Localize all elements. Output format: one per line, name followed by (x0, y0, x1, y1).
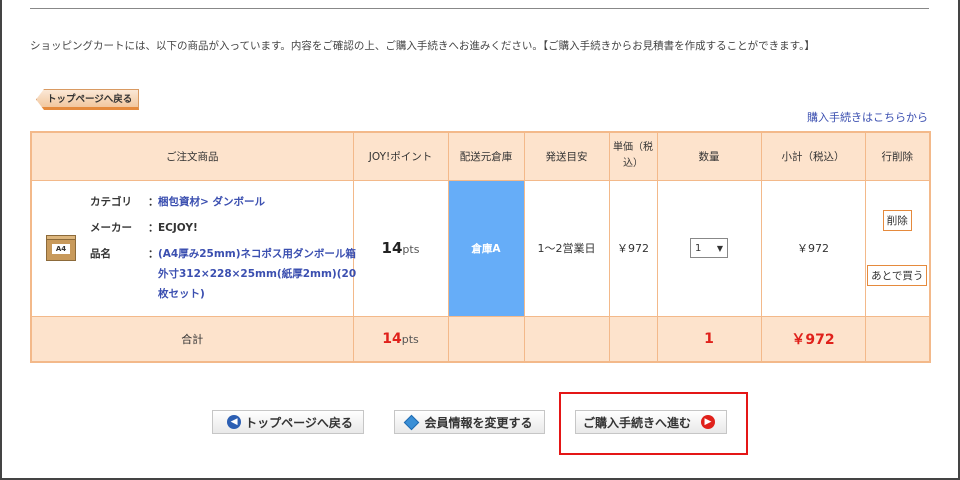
arrow-left-circle-icon: ◀ (227, 415, 242, 429)
header-subtotal: 小計（税込） (760, 131, 866, 181)
back-to-top-tab[interactable]: トップページへ戻る (36, 89, 140, 110)
delete-button[interactable]: 削除 (882, 210, 912, 231)
total-label: 合計 (30, 315, 354, 363)
total-points-cell: 14pts (352, 315, 449, 363)
total-amount-cell: ￥972 (760, 315, 866, 363)
diamond-icon (404, 414, 420, 430)
warehouse-cell: 倉庫A (447, 179, 525, 317)
product-name-link[interactable]: (A4厚み25mm)ネコポス用ダンボール箱 外寸312×228×25mm(紙厚2… (158, 244, 358, 304)
back-to-top-button-label: トップページへ戻る (245, 415, 353, 430)
table-header-row: ご注文商品 JOY!ポイント 配送元倉庫 発送目安 単価（税込） 数量 小計（税… (30, 131, 931, 181)
colon: ： (148, 196, 159, 208)
header-delete: 行削除 (864, 131, 931, 181)
proceed-checkout-label: ご購入手続きへ進む (582, 415, 691, 430)
quantity-cell: 1 ▼ (656, 179, 762, 317)
total-quantity: 1 (704, 330, 714, 347)
checkout-link[interactable]: 購入手続きはこちらから (807, 109, 928, 125)
points-value: 14 (381, 239, 403, 257)
total-empty-cell (523, 315, 610, 363)
name-label: 品名 (90, 248, 111, 260)
arrow-right-circle-icon: ▶ (701, 415, 715, 429)
total-row: 合計 14pts 1 ￥972 (30, 315, 931, 363)
total-points-value: 14 (382, 330, 402, 347)
delivery-cell: 1～2営業日 (523, 179, 610, 317)
product-cell: A4 カテゴリ ： 梱包資材> ダンボール メーカー ： ECJOY! 品名 ：… (30, 179, 356, 317)
colon: ： (148, 222, 159, 234)
header-quantity: 数量 (656, 131, 762, 181)
total-points-unit: pts (401, 332, 419, 346)
colon: ： (148, 248, 159, 260)
category-label: カテゴリ (90, 196, 132, 208)
subtotal-cell: ￥972 (760, 179, 866, 317)
points-cell: 14pts (352, 179, 449, 317)
points-unit: pts (402, 243, 420, 256)
quantity-value: 1 (695, 242, 702, 254)
total-amount: ￥972 (791, 331, 835, 348)
chevron-down-icon: ▼ (716, 243, 723, 253)
header-warehouse: 配送元倉庫 (447, 131, 525, 181)
back-to-top-button[interactable]: ◀ トップページへ戻る (212, 410, 364, 434)
cart-intro-text: ショッピングカートには、以下の商品が入っています。内容をご確認の上、ご購入手続き… (30, 40, 815, 52)
total-empty-cell (447, 315, 525, 363)
buy-later-button[interactable]: あとで買う (867, 265, 928, 286)
total-quantity-cell: 1 (656, 315, 762, 363)
header-points: JOY!ポイント (352, 131, 449, 181)
category-link[interactable]: 梱包資材> ダンボール (158, 192, 358, 212)
total-empty-cell (608, 315, 658, 363)
quantity-select[interactable]: 1 ▼ (690, 238, 728, 258)
header-unit-price: 単価（税込） (608, 131, 658, 181)
cart-table: ご注文商品 JOY!ポイント 配送元倉庫 発送目安 単価（税込） 数量 小計（税… (30, 131, 931, 363)
delete-cell: 削除 あとで買う (864, 179, 931, 317)
product-thumbnail-label: A4 (52, 244, 70, 254)
header-product: ご注文商品 (30, 131, 354, 181)
unit-price-cell: ￥972 (608, 179, 658, 317)
header-delivery: 発送目安 (523, 131, 610, 181)
top-divider (30, 8, 929, 9)
maker-value: ECJOY! (158, 222, 198, 234)
total-empty-cell (864, 315, 931, 363)
proceed-checkout-button[interactable]: ご購入手続きへ進む ▶ (575, 410, 727, 434)
edit-member-info-button[interactable]: 会員情報を変更する (394, 410, 545, 434)
edit-member-info-label: 会員情報を変更する (424, 415, 533, 430)
product-thumbnail[interactable]: A4 (44, 231, 78, 265)
maker-label: メーカー (90, 222, 132, 234)
table-row: A4 カテゴリ ： 梱包資材> ダンボール メーカー ： ECJOY! 品名 ：… (30, 179, 931, 317)
